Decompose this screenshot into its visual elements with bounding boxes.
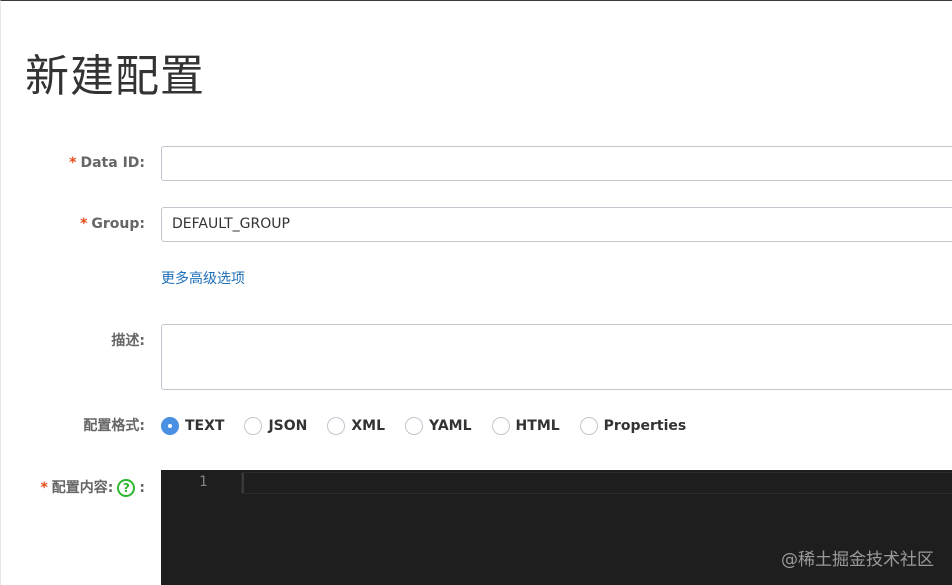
format-option-label: HTML (515, 418, 560, 434)
radio-unchecked-icon (491, 417, 510, 435)
format-radio-xml[interactable]: XML (327, 417, 385, 435)
required-mark: * (80, 216, 88, 232)
page-title: 新建配置 (25, 51, 205, 102)
required-mark: * (69, 155, 77, 171)
radio-unchecked-icon (244, 417, 263, 435)
content-label-text: 配置内容: (51, 480, 114, 496)
format-radio-group: TEXT JSON XML YAML HTML Properties (161, 414, 706, 438)
data-id-label: * Data ID: (69, 153, 145, 173)
radio-unchecked-icon (405, 417, 424, 435)
format-option-label: JSON (268, 418, 308, 434)
data-id-input[interactable] (161, 146, 952, 181)
question-circle-icon[interactable]: ? (117, 479, 136, 497)
editor-cursor (242, 473, 244, 493)
format-option-label: YAML (429, 418, 472, 434)
format-radio-properties[interactable]: Properties (579, 417, 687, 435)
advanced-options-link[interactable]: 更多高级选项 (161, 269, 245, 289)
format-radio-yaml[interactable]: YAML (405, 417, 472, 435)
data-id-label-text: Data ID: (80, 155, 145, 171)
radio-checked-icon (161, 417, 179, 435)
content-label-colon: : (139, 480, 145, 496)
group-label-text: Group: (91, 216, 145, 232)
editor-current-line[interactable] (241, 472, 952, 494)
radio-unchecked-icon (327, 417, 346, 435)
group-label: * Group: (80, 214, 145, 234)
description-textarea[interactable] (161, 324, 952, 390)
watermark: @稀土掘金技术社区 (781, 550, 934, 570)
format-radio-text[interactable]: TEXT (161, 417, 224, 435)
format-label: 配置格式: (83, 418, 145, 434)
editor-gutter: 1 (161, 470, 241, 585)
format-option-label: TEXT (185, 418, 225, 434)
format-option-label: XML (351, 418, 386, 434)
radio-unchecked-icon (579, 417, 598, 435)
required-mark: * (40, 480, 48, 496)
line-number: 1 (199, 474, 208, 490)
content-label: * 配置内容:?: (40, 478, 145, 498)
new-config-page: 新建配置 * Data ID: * Group: DEFAULT_GROUP 更多高… (0, 0, 952, 585)
format-radio-html[interactable]: HTML (491, 417, 560, 435)
format-radio-json[interactable]: JSON (244, 417, 307, 435)
format-option-label: Properties (603, 418, 687, 434)
group-input[interactable]: DEFAULT_GROUP (161, 207, 952, 242)
description-label: 描述: (111, 333, 145, 349)
